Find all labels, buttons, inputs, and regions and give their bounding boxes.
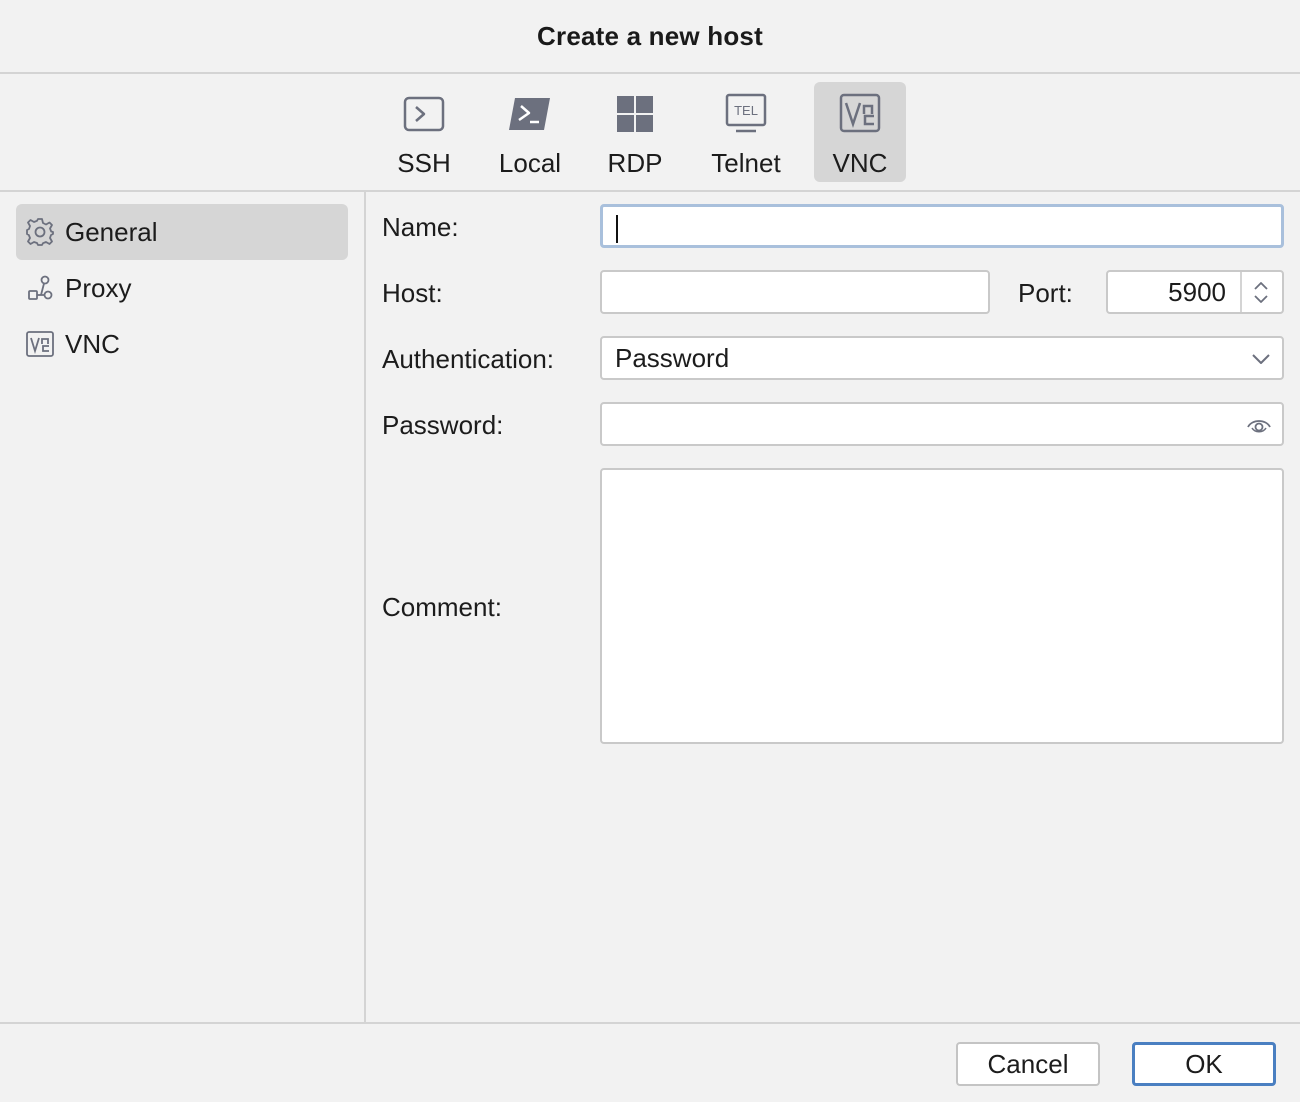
general-settings-form: Name: Host: Port: 5900 Authentication: P… xyxy=(366,192,1300,1022)
vnc-icon xyxy=(839,93,881,133)
telnet-monitor-icon: TEL xyxy=(725,93,767,133)
sidebar-item-general-label: General xyxy=(65,216,158,247)
port-spinner[interactable] xyxy=(1240,272,1282,312)
protocol-tab-rdp[interactable]: RDP xyxy=(598,82,672,182)
password-label: Password: xyxy=(382,410,504,440)
protocol-tab-telnet[interactable]: TEL Telnet xyxy=(700,82,792,182)
svg-text:TEL: TEL xyxy=(734,103,758,118)
password-input-text[interactable] xyxy=(602,404,1282,444)
vnc-icon xyxy=(26,331,54,357)
protocol-label-ssh: SSH xyxy=(397,148,451,178)
host-input[interactable] xyxy=(600,270,990,314)
powershell-icon xyxy=(509,98,550,130)
dialog-title: Create a new host xyxy=(537,20,763,51)
comment-textarea[interactable] xyxy=(600,468,1284,744)
text-caret xyxy=(616,215,618,243)
sidebar-item-proxy[interactable]: Proxy xyxy=(16,260,348,316)
protocol-tab-ssh[interactable]: SSH xyxy=(386,82,462,182)
protocol-label-local: Local xyxy=(498,148,562,178)
protocol-tab-local[interactable]: Local xyxy=(490,82,570,182)
port-value: 5900 xyxy=(1168,276,1226,307)
port-stepper[interactable]: 5900 xyxy=(1106,270,1284,314)
comment-label: Comment: xyxy=(382,592,502,622)
host-label: Host: xyxy=(382,278,443,308)
sidebar-item-vnc-label: VNC xyxy=(65,328,120,359)
protocol-label-rdp: RDP xyxy=(607,148,663,178)
spinner-arrows-icon xyxy=(1254,282,1268,303)
authentication-label: Authentication: xyxy=(382,344,555,374)
settings-sidebar: General Proxy VNC xyxy=(0,192,366,1022)
create-host-dialog: Create a new host SSH Local RDP TEL Teln… xyxy=(0,0,1300,1100)
dialog-titlebar: Create a new host xyxy=(0,0,1300,74)
windows-icon xyxy=(617,96,653,132)
cancel-button[interactable]: Cancel xyxy=(956,1042,1100,1086)
chevron-down-icon xyxy=(1252,354,1270,364)
protocol-label-vnc: VNC xyxy=(832,148,888,178)
eye-icon[interactable] xyxy=(1246,414,1272,436)
proxy-network-icon xyxy=(28,275,53,300)
dialog-footer: Cancel OK xyxy=(0,1022,1300,1102)
protocol-label-telnet: Telnet xyxy=(711,148,781,178)
name-input[interactable] xyxy=(600,204,1284,248)
password-input[interactable] xyxy=(600,402,1284,446)
terminal-icon xyxy=(403,96,445,132)
sidebar-item-general[interactable]: General xyxy=(16,204,348,260)
protocol-tab-vnc[interactable]: VNC xyxy=(814,82,906,182)
gear-icon xyxy=(26,218,54,246)
protocol-toolbar: SSH Local RDP TEL Telnet VNC xyxy=(0,74,1300,192)
sidebar-item-vnc[interactable]: VNC xyxy=(16,316,348,372)
ok-button[interactable]: OK xyxy=(1132,1042,1276,1086)
sidebar-item-proxy-label: Proxy xyxy=(65,272,132,303)
authentication-select[interactable]: Password xyxy=(600,336,1284,380)
host-input-text[interactable] xyxy=(602,272,988,312)
port-label: Port: xyxy=(1018,278,1073,308)
authentication-value: Password xyxy=(615,342,730,373)
name-label: Name: xyxy=(382,212,459,242)
